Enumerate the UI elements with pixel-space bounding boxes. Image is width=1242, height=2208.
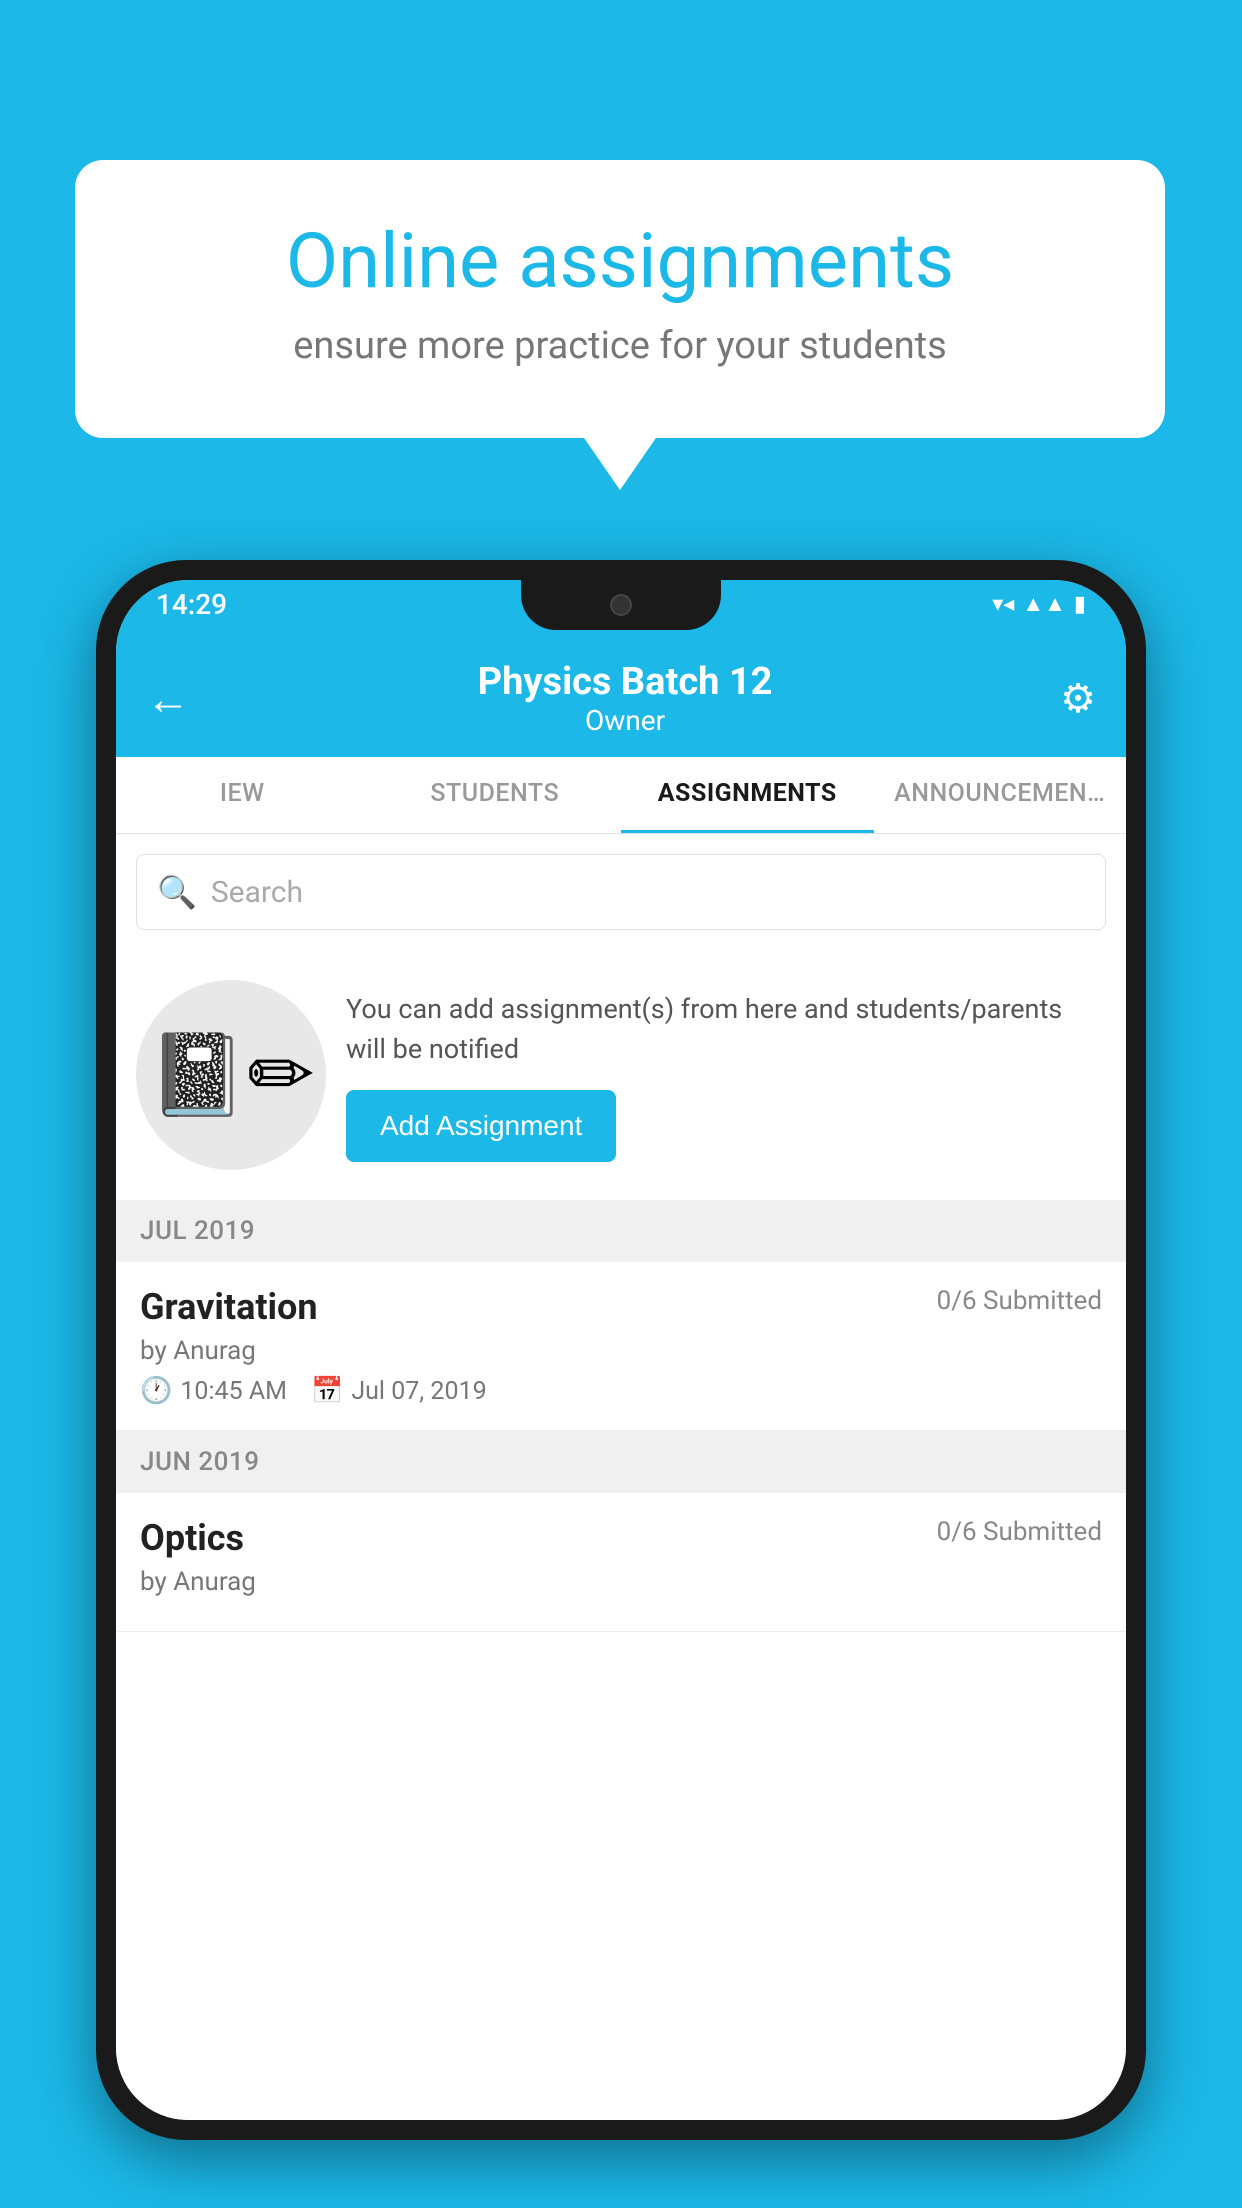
assignment-optics[interactable]: Optics 0/6 Submitted by Anurag: [116, 1493, 1126, 1632]
clock-icon: 🕐: [140, 1376, 172, 1406]
assignment-gravitation[interactable]: Gravitation 0/6 Submitted by Anurag 🕐 10…: [116, 1262, 1126, 1431]
assignment-time: 10:45 AM: [180, 1377, 287, 1406]
month-label-jul: JUL 2019: [140, 1216, 255, 1246]
batch-subtitle: Owner: [478, 704, 773, 737]
speech-bubble: Online assignments ensure more practice …: [75, 160, 1165, 438]
main-title: Online assignments: [145, 220, 1095, 304]
search-placeholder: Search: [211, 875, 303, 910]
search-icon: 🔍: [157, 873, 197, 911]
tab-announcements[interactable]: ANNOUNCEMEN…: [874, 757, 1127, 833]
month-section-jul: JUL 2019: [116, 1200, 1126, 1262]
phone-frame: 14:29 ▾◂ ▲▲ ▮ ← Physics Batch 12 Owner ⚙…: [96, 560, 1146, 2140]
assignment-author-gravitation: by Anurag: [140, 1336, 1102, 1366]
phone-container: 14:29 ▾◂ ▲▲ ▮ ← Physics Batch 12 Owner ⚙…: [96, 560, 1146, 2140]
signal-icon: ▲▲: [1022, 591, 1066, 617]
assignment-name-gravitation: Gravitation: [140, 1286, 318, 1328]
assignment-row-top: Gravitation 0/6 Submitted: [140, 1286, 1102, 1328]
status-time: 14:29: [156, 588, 227, 621]
tab-students[interactable]: STUDENTS: [369, 757, 622, 833]
status-icons: ▾◂ ▲▲ ▮: [992, 591, 1086, 617]
speech-bubble-container: Online assignments ensure more practice …: [75, 160, 1165, 438]
assignment-author-optics: by Anurag: [140, 1567, 1102, 1597]
assignment-name-optics: Optics: [140, 1517, 244, 1559]
back-button[interactable]: ←: [146, 673, 190, 725]
empty-state-text-group: You can add assignment(s) from here and …: [346, 989, 1106, 1162]
header-title-group: Physics Batch 12 Owner: [478, 660, 773, 737]
date-meta: 📅 Jul 07, 2019: [311, 1376, 487, 1406]
tab-assignments[interactable]: ASSIGNMENTS: [621, 757, 874, 833]
assignment-meta-gravitation: 🕐 10:45 AM 📅 Jul 07, 2019: [140, 1376, 1102, 1406]
tab-iew[interactable]: IEW: [116, 757, 369, 833]
assignment-submitted-gravitation: 0/6 Submitted: [937, 1286, 1102, 1316]
empty-state-description: You can add assignment(s) from here and …: [346, 989, 1106, 1070]
notebook-icon: 📓✏: [148, 1028, 315, 1122]
calendar-icon: 📅: [311, 1376, 343, 1406]
tab-bar: IEW STUDENTS ASSIGNMENTS ANNOUNCEMEN…: [116, 757, 1126, 834]
empty-icon-circle: 📓✏: [136, 980, 326, 1170]
assignment-date: Jul 07, 2019: [351, 1377, 486, 1406]
batch-title: Physics Batch 12: [478, 660, 773, 704]
content-area: 🔍 Search 📓✏ You can add assignment(s) fr…: [116, 834, 1126, 2120]
time-meta: 🕐 10:45 AM: [140, 1376, 287, 1406]
phone-notch: [521, 580, 721, 630]
camera: [610, 594, 632, 616]
assignment-row-top-optics: Optics 0/6 Submitted: [140, 1517, 1102, 1559]
battery-icon: ▮: [1074, 592, 1086, 617]
empty-state: 📓✏ You can add assignment(s) from here a…: [116, 950, 1126, 1200]
add-assignment-button[interactable]: Add Assignment: [346, 1090, 616, 1162]
assignment-submitted-optics: 0/6 Submitted: [937, 1517, 1102, 1547]
month-label-jun: JUN 2019: [140, 1447, 259, 1477]
settings-button[interactable]: ⚙: [1060, 675, 1096, 722]
phone-screen: ← Physics Batch 12 Owner ⚙ IEW STUDENTS …: [116, 580, 1126, 2120]
wifi-icon: ▾◂: [992, 592, 1014, 617]
search-bar[interactable]: 🔍 Search: [136, 854, 1106, 930]
month-section-jun: JUN 2019: [116, 1431, 1126, 1493]
main-subtitle: ensure more practice for your students: [145, 324, 1095, 368]
